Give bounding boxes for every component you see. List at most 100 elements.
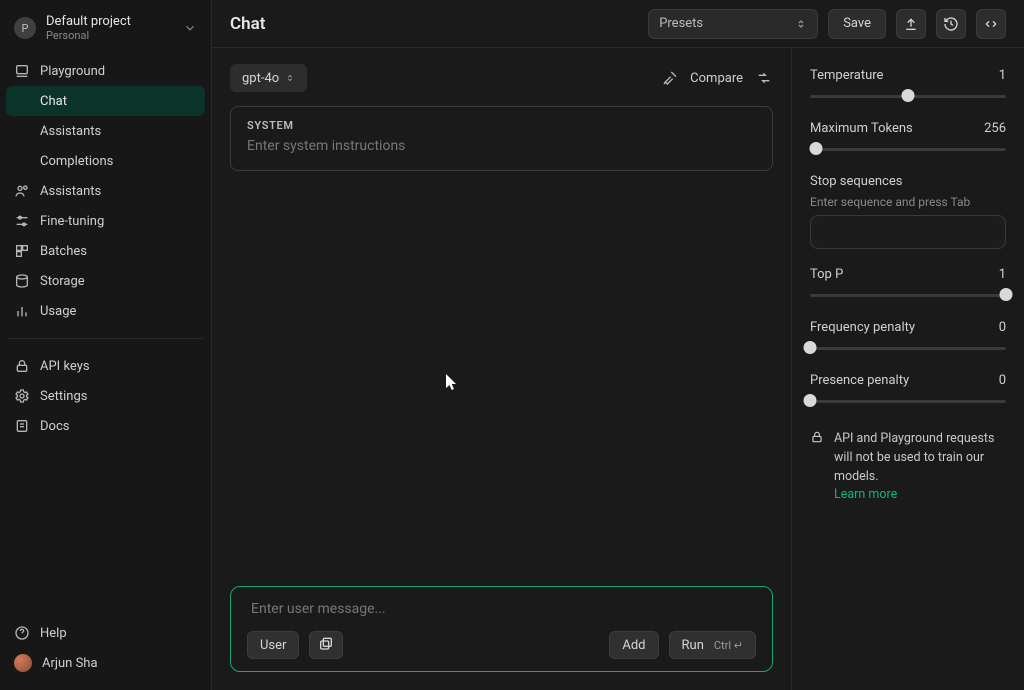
workspace: gpt-4o Compare SYSTEM Enter [212,48,1024,690]
header: Chat Presets Save [212,0,1024,48]
sidebar-item-playground[interactable]: Playground [0,56,211,86]
sidebar-label: Batches [40,244,87,259]
run-button[interactable]: Run Ctrl ↵ [669,631,756,659]
sidebar-label: Docs [40,419,69,434]
sidebar-bottom: Help Arjun Sha [0,618,211,690]
prespen-slider[interactable] [810,394,1006,408]
sidebar-item-user[interactable]: Arjun Sha [0,648,211,678]
sidebar-item-chat[interactable]: Chat [6,86,205,116]
setting-label: Presence penalty [810,373,909,388]
sidebar-item-finetuning[interactable]: Fine-tuning [0,206,211,236]
batches-icon [14,243,30,259]
setting-label: Maximum Tokens [810,121,913,136]
sidebar-label: API keys [40,359,90,374]
sidebar-item-usage[interactable]: Usage [0,296,211,326]
topp-slider[interactable] [810,288,1006,302]
sidebar-label: Completions [40,154,113,169]
sidebar-label: Playground [40,64,105,79]
sidebar-item-assistants-sub[interactable]: Assistants [0,116,211,146]
mouse-cursor-icon [446,374,458,392]
project-switcher[interactable]: P Default project Personal [0,8,211,52]
project-subtitle: Personal [46,29,173,42]
sidebar-label: Assistants [40,124,101,139]
setting-value: 1 [999,267,1006,282]
setting-label: Frequency penalty [810,320,915,335]
save-button[interactable]: Save [828,9,886,39]
prespen-control: Presence penalty 0 [810,373,1006,408]
project-avatar: P [14,17,36,39]
compare-arrows-icon[interactable] [755,70,773,86]
sidebar-label: Help [40,626,67,641]
sidebar-item-assistants[interactable]: Assistants [0,176,211,206]
sidebar-item-apikeys[interactable]: API keys [0,351,211,381]
temperature-control: Temperature 1 [810,68,1006,103]
setting-value: 1 [999,68,1006,83]
stop-sequences-input[interactable] [810,215,1006,249]
freqpen-control: Frequency penalty 0 [810,320,1006,355]
presets-label: Presets [659,16,703,31]
upload-button[interactable] [896,9,926,39]
setting-label: Stop sequences [810,174,1006,189]
attach-button[interactable] [309,631,343,659]
page-title: Chat [230,14,265,34]
usage-icon [14,303,30,319]
learn-more-link[interactable]: Learn more [834,487,897,502]
compare-button[interactable]: Compare [690,71,743,86]
main: Chat Presets Save gpt-4o [212,0,1024,690]
user-avatar [14,654,32,672]
maxtokens-slider[interactable] [810,142,1006,156]
system-box[interactable]: SYSTEM Enter system instructions [230,106,773,171]
system-placeholder: Enter system instructions [247,138,756,154]
sidebar-item-help[interactable]: Help [0,618,211,648]
sidebar-label: Chat [40,94,67,109]
sidebar-item-docs[interactable]: Docs [0,411,211,441]
add-button[interactable]: Add [609,631,658,659]
chevron-down-icon [183,21,197,35]
sidebar: P Default project Personal Playground Ch… [0,0,212,690]
freqpen-slider[interactable] [810,341,1006,355]
nav-secondary: API keys Settings Docs [0,347,211,445]
broom-icon[interactable] [662,70,678,86]
system-label: SYSTEM [247,119,756,132]
sidebar-label: Fine-tuning [40,214,104,229]
sidebar-label: Arjun Sha [42,656,98,671]
sidebar-item-settings[interactable]: Settings [0,381,211,411]
model-selector[interactable]: gpt-4o [230,64,307,92]
history-button[interactable] [936,9,966,39]
storage-icon [14,273,30,289]
sidebar-item-batches[interactable]: Batches [0,236,211,266]
lock-icon [810,430,824,505]
message-input-panel: Enter user message... User Add Run Ctrl … [230,586,773,672]
setting-value: 0 [999,373,1006,388]
setting-label: Top P [810,267,843,282]
training-notice: API and Playground requests will not be … [810,430,1006,505]
presets-dropdown[interactable]: Presets [648,9,818,39]
docs-icon [14,418,30,434]
chat-area: gpt-4o Compare SYSTEM Enter [212,48,792,690]
run-shortcut: Ctrl ↵ [714,639,743,652]
stop-sequences-control: Stop sequences Enter sequence and press … [810,174,1006,249]
help-icon [14,625,30,641]
sidebar-item-storage[interactable]: Storage [0,266,211,296]
finetuning-icon [14,213,30,229]
sort-icon [795,18,807,30]
message-input[interactable]: Enter user message... [247,601,756,617]
sidebar-label: Assistants [40,184,101,199]
sidebar-label: Usage [40,304,76,319]
sort-icon [285,73,295,83]
maxtokens-control: Maximum Tokens 256 [810,121,1006,156]
settings-panel: Temperature 1 Maximum Tokens 256 Stop se… [792,48,1024,690]
project-name: Default project [46,14,173,29]
role-toggle[interactable]: User [247,631,299,659]
setting-value: 256 [984,121,1006,136]
sidebar-label: Settings [40,389,87,404]
setting-value: 0 [999,320,1006,335]
temperature-slider[interactable] [810,89,1006,103]
assistants-icon [14,183,30,199]
sidebar-item-completions[interactable]: Completions [0,146,211,176]
model-label: gpt-4o [242,71,279,86]
setting-hint: Enter sequence and press Tab [810,195,1006,209]
setting-label: Temperature [810,68,883,83]
sidebar-label: Storage [40,274,85,289]
code-button[interactable] [976,9,1006,39]
